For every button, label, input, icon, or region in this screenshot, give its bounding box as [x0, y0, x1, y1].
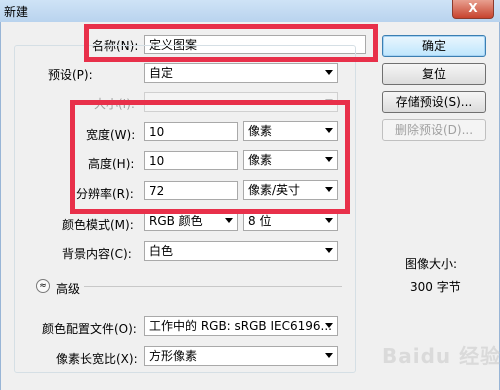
color-mode-select[interactable]: RGB 颜色: [144, 211, 238, 231]
title-bar: 新建 X: [0, 0, 500, 23]
ok-button[interactable]: 确定: [382, 35, 486, 57]
pixel-aspect-select[interactable]: 方形像素: [144, 346, 338, 366]
background-select[interactable]: 白色: [144, 241, 338, 261]
chevron-down-icon: [325, 353, 333, 358]
highlight-box-name: [84, 24, 378, 62]
color-profile-select[interactable]: 工作中的 RGB: sRGB IEC6196...: [144, 316, 338, 336]
color-mode-label: 颜色模式(M):: [62, 218, 134, 232]
color-mode-value: RGB 颜色: [149, 214, 203, 228]
color-profile-label: 颜色配置文件(O):: [42, 322, 137, 336]
preset-value: 自定: [149, 66, 174, 80]
chevron-down-icon: [325, 323, 333, 328]
delete-preset-button: 删除预设(D)...: [382, 119, 486, 141]
background-label: 背景内容(C):: [62, 247, 132, 261]
bit-depth-select[interactable]: 8 位: [243, 211, 338, 231]
chevron-down-icon: [325, 70, 333, 75]
advanced-divider: [84, 286, 342, 287]
pixel-aspect-value: 方形像素: [149, 349, 198, 363]
watermark-logo: Baidu 经验: [382, 344, 500, 368]
window-title: 新建: [4, 5, 29, 19]
bit-depth-value: 8 位: [248, 214, 272, 228]
advanced-toggle-icon[interactable]: ≈: [36, 279, 50, 293]
highlight-box-dimensions: [70, 100, 350, 214]
chevron-down-icon: [225, 218, 233, 223]
advanced-label: 高级: [56, 282, 81, 296]
chevron-down-icon: [325, 248, 333, 253]
image-size-value: 300 字节: [410, 280, 461, 294]
close-button[interactable]: X: [452, 0, 494, 19]
background-value: 白色: [149, 244, 174, 258]
chevron-down-icon: [325, 218, 333, 223]
image-size-label: 图像大小:: [405, 257, 458, 271]
reset-button[interactable]: 复位: [382, 63, 486, 85]
pixel-aspect-label: 像素长宽比(X):: [56, 352, 138, 366]
save-preset-button[interactable]: 存储预设(S)...: [382, 91, 486, 113]
color-profile-value: 工作中的 RGB: sRGB IEC6196...: [149, 319, 332, 333]
preset-label: 预设(P):: [48, 68, 93, 82]
preset-select[interactable]: 自定: [144, 63, 338, 83]
